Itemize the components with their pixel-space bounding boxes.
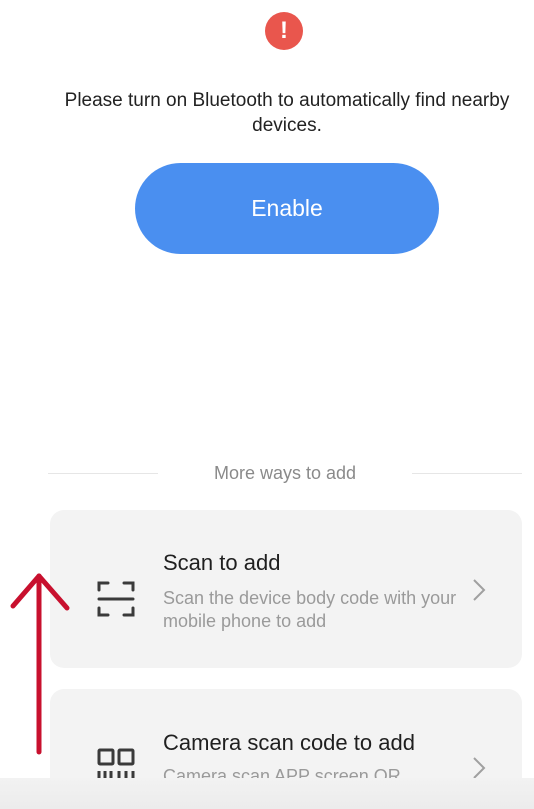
camera-scan-title: Camera scan code to add [163,730,415,755]
exclamation-glyph: ! [280,17,288,44]
chevron-right-icon [470,577,488,608]
scan-to-add-option[interactable]: Scan to add Scan the device body code wi… [50,510,522,668]
scan-frame-icon [96,578,136,625]
more-ways-divider: More ways to add [48,462,522,486]
bluetooth-message: Please turn on Bluetooth to automaticall… [64,90,510,136]
enable-button[interactable]: Enable [135,163,439,254]
scan-to-add-description: Scan the device body code with your mobi… [163,588,457,631]
exclamation-icon: ! [265,12,303,50]
divider-line-right [412,473,522,474]
bottom-overlay [0,778,534,809]
scan-to-add-title: Scan to add [163,550,281,575]
up-arrow-icon [10,570,76,761]
